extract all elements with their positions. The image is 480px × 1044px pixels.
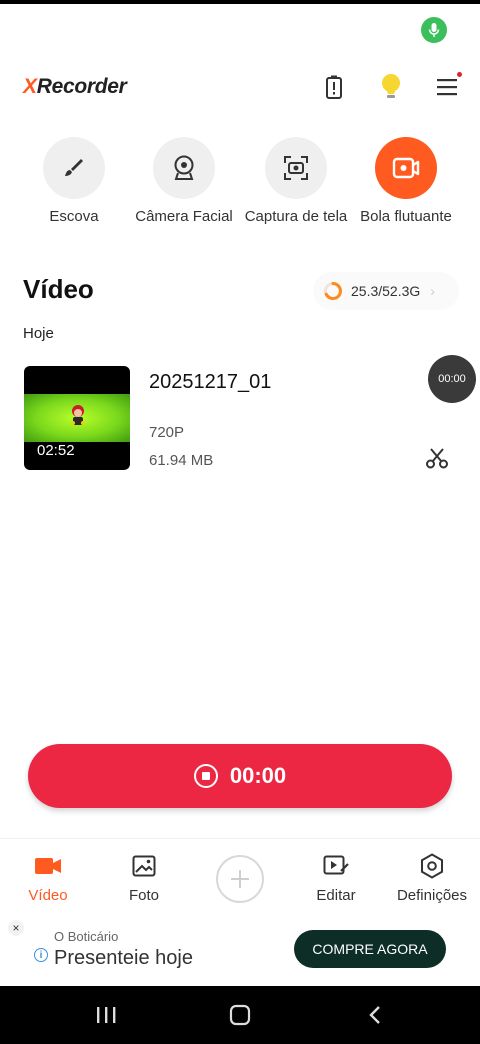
tool-label: Captura de tela <box>244 208 348 225</box>
tool-label: Bola flutuante <box>360 208 452 225</box>
webcam-icon <box>153 137 215 199</box>
nav-label: Definições <box>396 887 468 904</box>
nav-item-edit[interactable]: Editar <box>288 851 384 904</box>
storage-text: 25.3/52.3G <box>351 283 421 299</box>
back-icon[interactable] <box>360 1002 390 1028</box>
info-icon[interactable]: i <box>34 948 48 962</box>
app-logo: XRecorder <box>23 75 127 98</box>
tool-brush[interactable]: Escova <box>19 137 129 226</box>
floating-ball-icon <box>375 137 437 199</box>
nav-item-photo[interactable]: Foto <box>96 851 192 904</box>
tool-screenshot[interactable]: Captura de tela <box>241 137 351 226</box>
microphone-indicator-icon <box>421 17 447 43</box>
ad-title: Presenteie hoje <box>54 947 193 969</box>
video-duration: 02:52 <box>37 442 75 459</box>
photo-icon <box>96 851 192 881</box>
ad-banner[interactable]: × i O Boticário Presenteie hoje COMPRE A… <box>0 916 480 986</box>
menu-icon[interactable] <box>432 72 462 102</box>
storage-indicator[interactable]: 25.3/52.3G › <box>313 272 459 310</box>
battery-alert-icon[interactable] <box>319 72 349 102</box>
edit-video-icon <box>288 851 384 881</box>
tool-label: Câmera Facial <box>135 208 233 225</box>
video-thumbnail[interactable]: 02:52 <box>24 366 130 470</box>
game-character-icon <box>71 405 85 425</box>
notification-dot <box>457 72 462 77</box>
nav-label: Editar <box>316 887 356 904</box>
tool-floating-ball[interactable]: Bola flutuante <box>351 137 461 226</box>
app-header: XRecorder <box>0 60 480 115</box>
bottom-nav: Vídeo Foto Editar Definições <box>0 838 480 916</box>
status-bar <box>0 4 480 54</box>
home-icon[interactable] <box>225 1002 255 1028</box>
record-time: 00:00 <box>229 763 287 788</box>
date-group-label: Hoje <box>23 325 54 342</box>
scissors-icon[interactable] <box>425 446 449 470</box>
nav-item-video[interactable]: Vídeo <box>0 851 96 904</box>
record-button[interactable]: 00:00 <box>28 744 452 808</box>
ad-cta-button[interactable]: COMPRE AGORA <box>294 930 446 968</box>
settings-icon <box>384 851 480 881</box>
recent-apps-icon[interactable] <box>91 1002 121 1028</box>
section-title: Vídeo <box>23 274 94 304</box>
lightbulb-icon[interactable] <box>376 72 406 102</box>
record-icon <box>193 764 218 788</box>
chevron-right-icon: › <box>430 283 435 299</box>
video-name: 20251217_01 <box>149 371 272 393</box>
floating-timer-ball[interactable]: 00:00 <box>428 355 476 403</box>
storage-ring-icon <box>324 282 342 300</box>
nav-item-settings[interactable]: Definições <box>384 851 480 904</box>
tools-row: Escova Câmera Facial Captura de tela Bol… <box>0 137 480 257</box>
video-size: 61.94 MB <box>149 452 214 469</box>
video-resolution: 720P <box>149 424 185 441</box>
nav-label: Vídeo <box>28 887 68 904</box>
plus-icon[interactable] <box>216 855 264 903</box>
close-icon[interactable]: × <box>8 920 24 936</box>
tool-label: Escova <box>49 208 99 225</box>
ad-brand: O Boticário <box>54 929 119 944</box>
tool-face-camera[interactable]: Câmera Facial <box>129 137 239 226</box>
system-nav-bar <box>0 986 480 1044</box>
brush-icon <box>43 137 105 199</box>
nav-label: Foto <box>128 887 159 904</box>
screenshot-icon <box>265 137 327 199</box>
video-camera-icon <box>0 851 96 881</box>
list-item[interactable]: 02:52 20251217_01 720P 61.94 MB <box>24 366 456 472</box>
